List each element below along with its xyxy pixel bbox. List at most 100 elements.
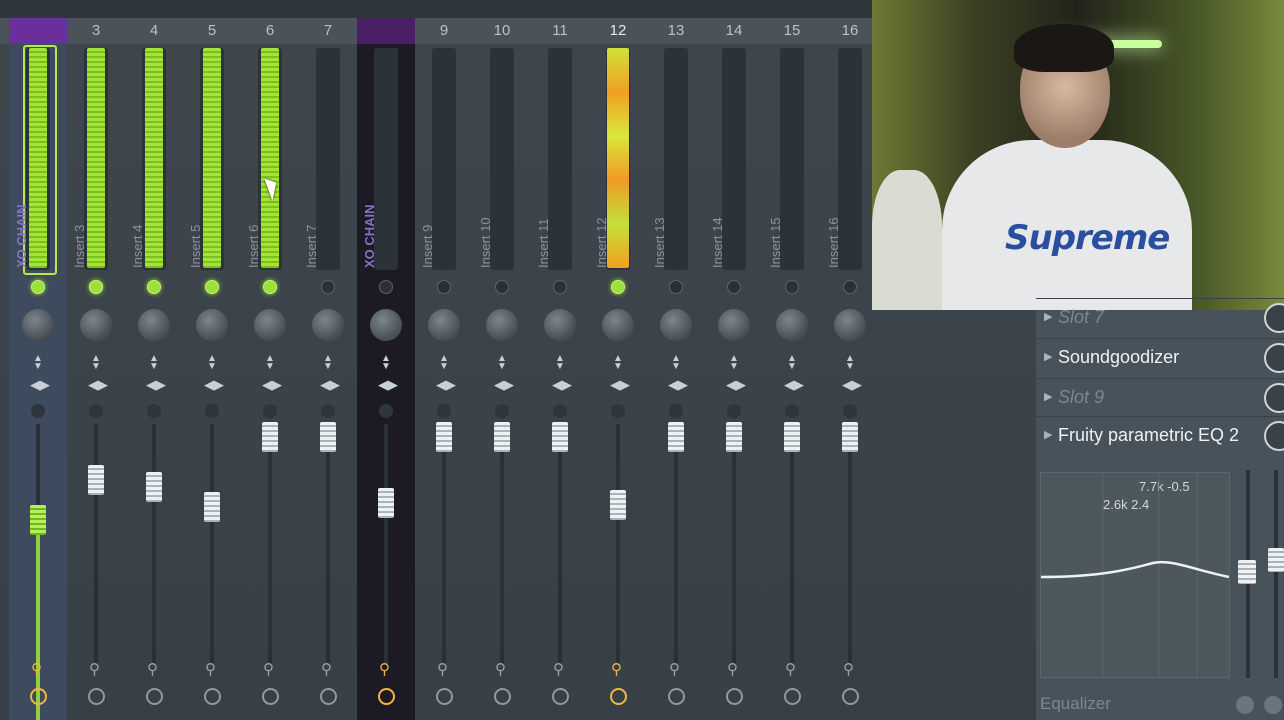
mix-knob-icon[interactable]: [1264, 303, 1284, 333]
pan-knob[interactable]: [428, 309, 460, 341]
stereo-separation-arrows-icon[interactable]: ▲ ▼: [91, 354, 101, 372]
channel-mini-button[interactable]: [321, 404, 335, 418]
channel-number[interactable]: 6: [241, 18, 299, 44]
channel-enable-led[interactable]: [31, 280, 45, 294]
volume-fader[interactable]: [204, 492, 220, 522]
channel-name-label[interactable]: Insert 4: [130, 225, 145, 268]
volume-fader[interactable]: [784, 422, 800, 452]
channel-mini-button[interactable]: [263, 404, 277, 418]
fx-slot-9[interactable]: ▶ Slot 9: [1036, 378, 1284, 415]
route-to-this-track-icon[interactable]: ⚲: [785, 660, 796, 678]
volume-fader[interactable]: [668, 422, 684, 452]
channel-number[interactable]: 13: [647, 18, 705, 44]
route-to-this-track-icon[interactable]: ⚲: [495, 660, 506, 678]
swap-lr-icon[interactable]: ◀▶: [842, 377, 862, 393]
channel-name-label[interactable]: Insert 6: [246, 225, 261, 268]
channel-name-label[interactable]: XO CHAIN: [14, 204, 29, 268]
channel-name-label[interactable]: Insert 10: [478, 217, 493, 268]
expand-arrow-icon[interactable]: ▶: [1044, 310, 1052, 323]
latency-clock-icon[interactable]: [552, 688, 569, 705]
latency-clock-icon[interactable]: [378, 688, 395, 705]
pan-knob[interactable]: [254, 309, 286, 341]
channel-enable-led[interactable]: [669, 280, 683, 294]
channel-enable-led[interactable]: [89, 280, 103, 294]
latency-clock-icon[interactable]: [30, 688, 47, 705]
stereo-separation-arrows-icon[interactable]: ▲ ▼: [845, 354, 855, 372]
mix-knob-icon[interactable]: [1264, 421, 1284, 451]
pan-knob[interactable]: [486, 309, 518, 341]
mix-knob-icon[interactable]: [1264, 343, 1284, 373]
stereo-separation-arrows-icon[interactable]: ▲ ▼: [555, 354, 565, 372]
channel-number[interactable]: 9: [415, 18, 473, 44]
eq-output-fader[interactable]: [1268, 548, 1284, 572]
volume-fader[interactable]: [610, 490, 626, 520]
channel-enable-led[interactable]: [263, 280, 277, 294]
latency-clock-icon[interactable]: [494, 688, 511, 705]
volume-fader[interactable]: [378, 488, 394, 518]
fx-slot-7[interactable]: ▶ Slot 7: [1036, 298, 1284, 335]
channel-number[interactable]: 7: [299, 18, 357, 44]
channel-name-label[interactable]: Insert 7: [304, 225, 319, 268]
channel-mini-button[interactable]: [31, 404, 45, 418]
swap-lr-icon[interactable]: ◀▶: [30, 377, 50, 393]
stereo-separation-arrows-icon[interactable]: ▲ ▼: [207, 354, 217, 372]
swap-lr-icon[interactable]: ◀▶: [610, 377, 630, 393]
volume-fader[interactable]: [552, 422, 568, 452]
eq-graph[interactable]: 7.7k -0.5 2.6k 2.4: [1040, 472, 1230, 678]
channel-name-label[interactable]: Insert 3: [72, 225, 87, 268]
latency-clock-icon[interactable]: [726, 688, 743, 705]
latency-clock-icon[interactable]: [320, 688, 337, 705]
pan-knob[interactable]: [602, 309, 634, 341]
channel-number[interactable]: 16: [821, 18, 879, 44]
route-to-this-track-icon[interactable]: ⚲: [611, 660, 622, 678]
channel-mini-button[interactable]: [437, 404, 451, 418]
channel-number[interactable]: 10: [473, 18, 531, 44]
stereo-separation-arrows-icon[interactable]: ▲ ▼: [613, 354, 623, 372]
pan-knob[interactable]: [660, 309, 692, 341]
channel-number[interactable]: 4: [125, 18, 183, 44]
volume-fader[interactable]: [842, 422, 858, 452]
channel-number[interactable]: 15: [763, 18, 821, 44]
route-to-this-track-icon[interactable]: ⚲: [31, 660, 42, 678]
channel-mini-button[interactable]: [495, 404, 509, 418]
swap-lr-icon[interactable]: ◀▶: [668, 377, 688, 393]
latency-clock-icon[interactable]: [784, 688, 801, 705]
route-to-this-track-icon[interactable]: ⚲: [89, 660, 100, 678]
swap-lr-icon[interactable]: ◀▶: [378, 377, 398, 393]
swap-lr-icon[interactable]: ◀▶: [262, 377, 282, 393]
channel-mini-button[interactable]: [147, 404, 161, 418]
volume-fader[interactable]: [88, 465, 104, 495]
stereo-separation-arrows-icon[interactable]: ▲ ▼: [381, 354, 391, 372]
latency-clock-icon[interactable]: [262, 688, 279, 705]
channel-number[interactable]: 5: [183, 18, 241, 44]
channel-number[interactable]: 11: [531, 18, 589, 44]
swap-lr-icon[interactable]: ◀▶: [784, 377, 804, 393]
channel-mini-button[interactable]: [727, 404, 741, 418]
pan-knob[interactable]: [776, 309, 808, 341]
fx-slot-soundgoodizer[interactable]: ▶ Soundgoodizer: [1036, 338, 1284, 375]
latency-clock-icon[interactable]: [146, 688, 163, 705]
eq-small-knob[interactable]: [1264, 696, 1282, 714]
stereo-separation-arrows-icon[interactable]: ▲ ▼: [439, 354, 449, 372]
channel-number[interactable]: 14: [705, 18, 763, 44]
channel-enable-led[interactable]: [495, 280, 509, 294]
channel-enable-led[interactable]: [321, 280, 335, 294]
route-to-this-track-icon[interactable]: ⚲: [147, 660, 158, 678]
swap-lr-icon[interactable]: ◀▶: [494, 377, 514, 393]
channel-number[interactable]: 3: [67, 18, 125, 44]
route-to-this-track-icon[interactable]: ⚲: [205, 660, 216, 678]
channel-enable-led[interactable]: [843, 280, 857, 294]
swap-lr-icon[interactable]: ◀▶: [726, 377, 746, 393]
channel-enable-led[interactable]: [553, 280, 567, 294]
route-to-this-track-icon[interactable]: ⚲: [669, 660, 680, 678]
channel-number[interactable]: 12: [589, 18, 647, 44]
channel-name-label[interactable]: Insert 5: [188, 225, 203, 268]
volume-fader[interactable]: [726, 422, 742, 452]
stereo-separation-arrows-icon[interactable]: ▲ ▼: [497, 354, 507, 372]
swap-lr-icon[interactable]: ◀▶: [88, 377, 108, 393]
channel-name-label[interactable]: XO CHAIN: [362, 204, 377, 268]
pan-knob[interactable]: [138, 309, 170, 341]
channel-mini-button[interactable]: [205, 404, 219, 418]
latency-clock-icon[interactable]: [204, 688, 221, 705]
channel-name-label[interactable]: Insert 15: [768, 217, 783, 268]
